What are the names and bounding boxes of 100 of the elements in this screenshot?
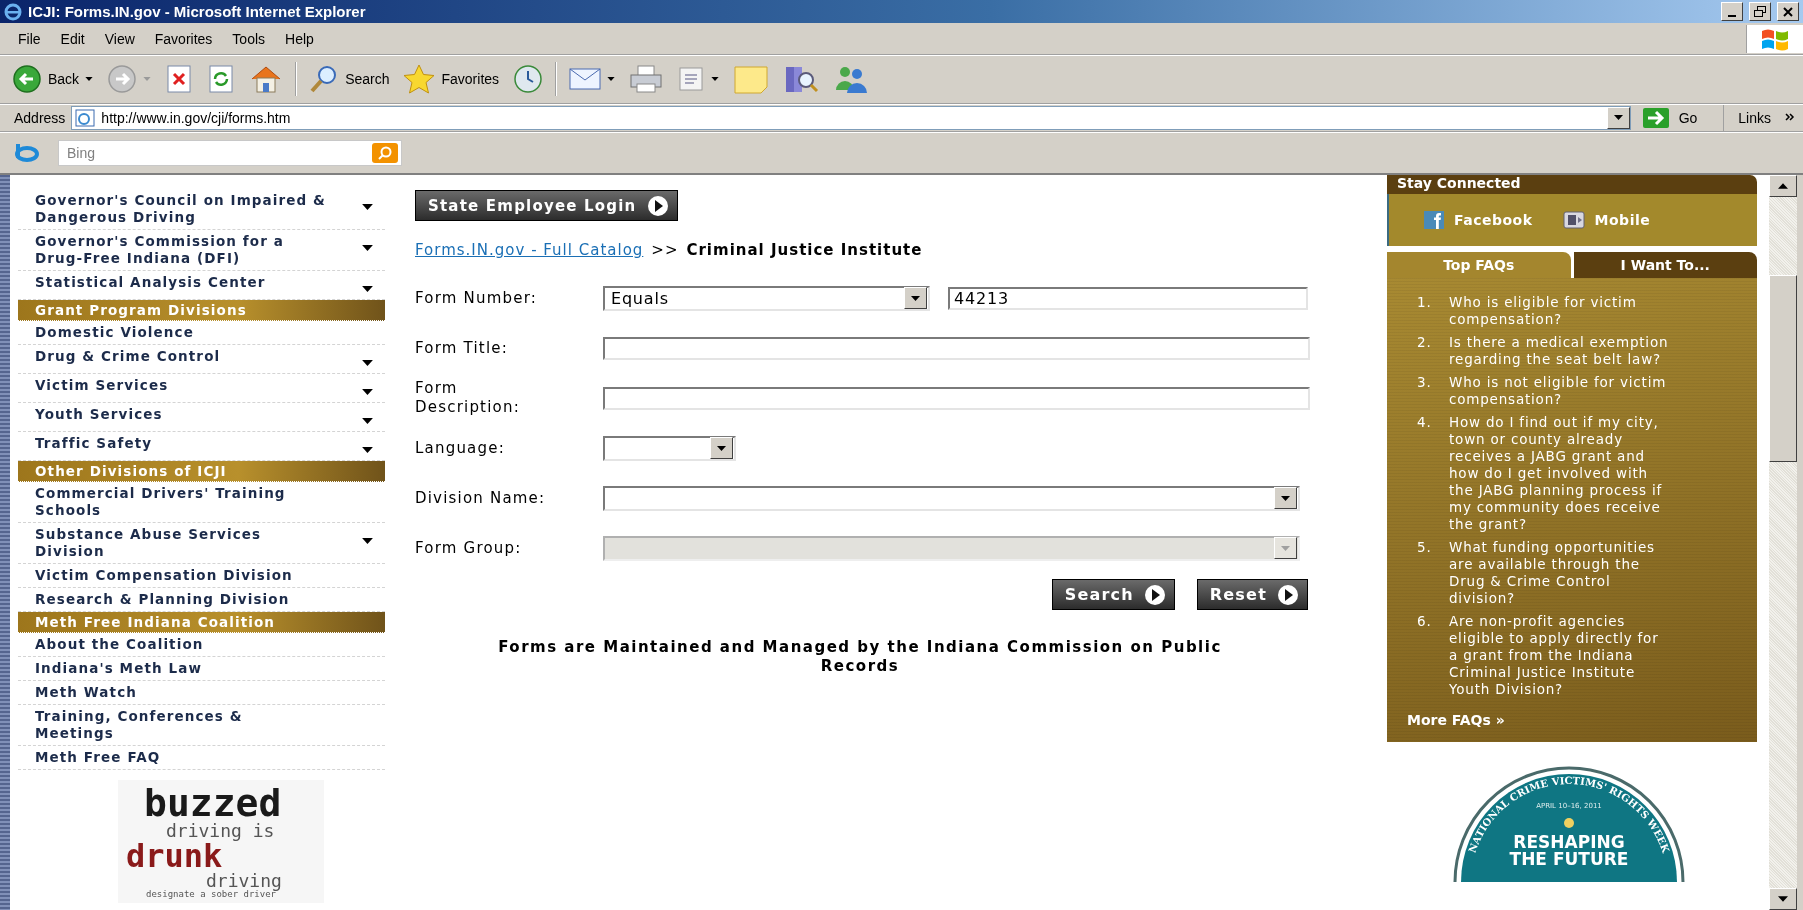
menu-item[interactable]: File: [8, 28, 51, 49]
printer-icon: [629, 64, 664, 94]
clock-icon: [513, 64, 544, 94]
sidebar-link[interactable]: Victim Compensation Division: [18, 564, 385, 588]
dropdown-arrow-icon: [1281, 495, 1290, 501]
sidebar-link[interactable]: Training, Conferences & Meetings: [18, 705, 385, 746]
caret-icon: [362, 245, 373, 251]
sidebar-link[interactable]: Meth Free FAQ: [18, 746, 385, 770]
buzzed-driving-logo: buzzed driving is drunk driving designate a sober driver: [118, 780, 324, 903]
arrow-circle-icon: [1143, 583, 1166, 606]
sidebar-link[interactable]: Commercial Drivers' Training Schools: [18, 482, 385, 523]
minimize-button[interactable]: [1721, 2, 1743, 21]
menu-item[interactable]: Favorites: [144, 28, 223, 49]
login-button[interactable]: State Employee Login: [415, 190, 678, 221]
faq-link[interactable]: 3. Who is not eligible for victim compensation?: [1407, 374, 1737, 408]
field-label: Form Group:: [415, 538, 523, 558]
form-button[interactable]: Search: [1051, 579, 1175, 610]
faq-link[interactable]: 2. Is there a medical exemption regarding the seat belt law?: [1407, 334, 1737, 368]
text-input[interactable]: [603, 386, 1310, 410]
arrow-right-icon: [1642, 107, 1669, 128]
select-field[interactable]: [603, 485, 1300, 511]
breadcrumb-link[interactable]: Forms.IN.gov - Full Catalog: [415, 241, 644, 259]
close-button[interactable]: [1777, 2, 1799, 21]
dropdown-arrow-icon: [911, 295, 920, 301]
caret-icon: [143, 77, 152, 81]
stop-icon: [165, 64, 194, 94]
back-button[interactable]: Back: [8, 61, 98, 97]
dropdown-arrow-icon: [1613, 115, 1623, 120]
faq-link[interactable]: 6. Are non-profit agencies eligible to apply directly for a grant from the Indiana Criminal Justice Institute Youth Division?: [1407, 613, 1737, 698]
restore-icon: [1754, 6, 1766, 17]
field-label: Form Number:: [415, 288, 538, 308]
form-button[interactable]: Reset: [1196, 579, 1308, 610]
sidebar-link[interactable]: Domestic Violence: [18, 321, 385, 345]
sidebar-link[interactable]: Youth Services: [18, 403, 385, 432]
sidebar-link[interactable]: Governor's Council on Impaired & Dangerous Driving: [18, 189, 385, 230]
text-input[interactable]: [603, 336, 1310, 360]
breadcrumb-separator: >>: [651, 241, 679, 259]
form-number-input[interactable]: 44213: [948, 286, 1308, 310]
caret-icon: [362, 389, 373, 395]
go-button[interactable]: Go: [1636, 104, 1725, 131]
sidebar-link[interactable]: Governor's Commission for a Drug-Free Indiana (DFI): [18, 230, 385, 271]
faq-link[interactable]: 5. What funding opportunities are available through the Drug & Crime Control division?: [1407, 539, 1737, 607]
scroll-up-button[interactable]: [1769, 175, 1797, 197]
chevron-icon: [1785, 112, 1795, 123]
search-field[interactable]: Bing: [58, 139, 402, 166]
favorites-button[interactable]: Favorites: [399, 61, 504, 97]
bing-logo-icon: [14, 142, 40, 163]
close-icon: [1783, 6, 1793, 17]
star-icon: [403, 64, 436, 94]
more-faqs-link[interactable]: More FAQs »: [1407, 712, 1737, 728]
maintenance-note: Forms are Maintained and Managed by the Indiana Commission on Public Records: [497, 638, 1223, 676]
field-label: Form Description:: [415, 379, 521, 417]
envelope-icon: [569, 66, 602, 92]
menu-item[interactable]: Edit: [50, 28, 95, 49]
page-icon: [75, 108, 96, 127]
faq-link[interactable]: 4. How do I find out if my city, town or county already receives a JABG grant and how do I get involved with the JABG planning process if my community does receive the grant?: [1407, 414, 1737, 533]
faq-link[interactable]: 1. Who is eligible for victim compensation?: [1407, 294, 1737, 328]
sidebar-link[interactable]: Drug & Crime Control: [18, 345, 385, 374]
caret-icon: [607, 77, 616, 81]
caret-icon: [362, 418, 373, 424]
up-arrow-icon: [1778, 183, 1788, 189]
field-label: Form Title:: [415, 338, 509, 358]
field-label: Language:: [415, 438, 506, 458]
menu-item[interactable]: View: [94, 28, 145, 49]
down-arrow-icon: [1778, 896, 1788, 902]
caret-icon: [362, 286, 373, 292]
sidebar-heading: Meth Free Indiana Coalition: [18, 612, 385, 633]
dropdown-arrow-icon: [1281, 545, 1290, 551]
search-icon: [377, 145, 393, 160]
menu-item[interactable]: Help: [275, 28, 324, 49]
menu-item[interactable]: Tools: [222, 28, 276, 49]
browser-icon: [4, 2, 22, 21]
restore-button[interactable]: [1749, 2, 1771, 21]
links-button[interactable]: Links: [1730, 106, 1797, 129]
caret-icon: [362, 447, 373, 453]
search-button[interactable]: Search: [305, 61, 394, 97]
operator-select[interactable]: Equals: [603, 285, 930, 311]
stay-connected-header: Stay Connected: [1387, 175, 1757, 194]
caret-icon: [362, 360, 373, 366]
field-label: Division Name:: [415, 488, 547, 508]
note-icon: [733, 64, 770, 94]
search-button[interactable]: [372, 142, 398, 163]
minimize-icon: [1728, 14, 1736, 17]
select-field[interactable]: [603, 435, 736, 461]
sidebar-link[interactable]: Indiana's Meth Law: [18, 657, 385, 681]
sidebar-link[interactable]: Substance Abuse Services Division: [18, 523, 385, 564]
scroll-thumb[interactable]: [1769, 275, 1797, 462]
scroll-down-button[interactable]: [1769, 888, 1797, 910]
people-icon: [833, 64, 870, 94]
sidebar-link[interactable]: Meth Watch: [18, 681, 385, 705]
arrow-right-icon: [107, 64, 138, 94]
sidebar-heading: Grant Program Divisions: [18, 300, 385, 321]
caret-icon: [85, 77, 94, 81]
document-icon: [677, 64, 706, 94]
sidebar-heading: Other Divisions of ICJI: [18, 461, 385, 482]
address-label: Address: [14, 109, 66, 126]
sidebar-link[interactable]: Victim Services: [18, 374, 385, 403]
sidebar-link[interactable]: About the Coalition: [18, 633, 385, 657]
address-field[interactable]: http://www.in.gov/cji/forms.htm: [71, 105, 1631, 130]
arrow-circle-icon: [1277, 583, 1299, 606]
